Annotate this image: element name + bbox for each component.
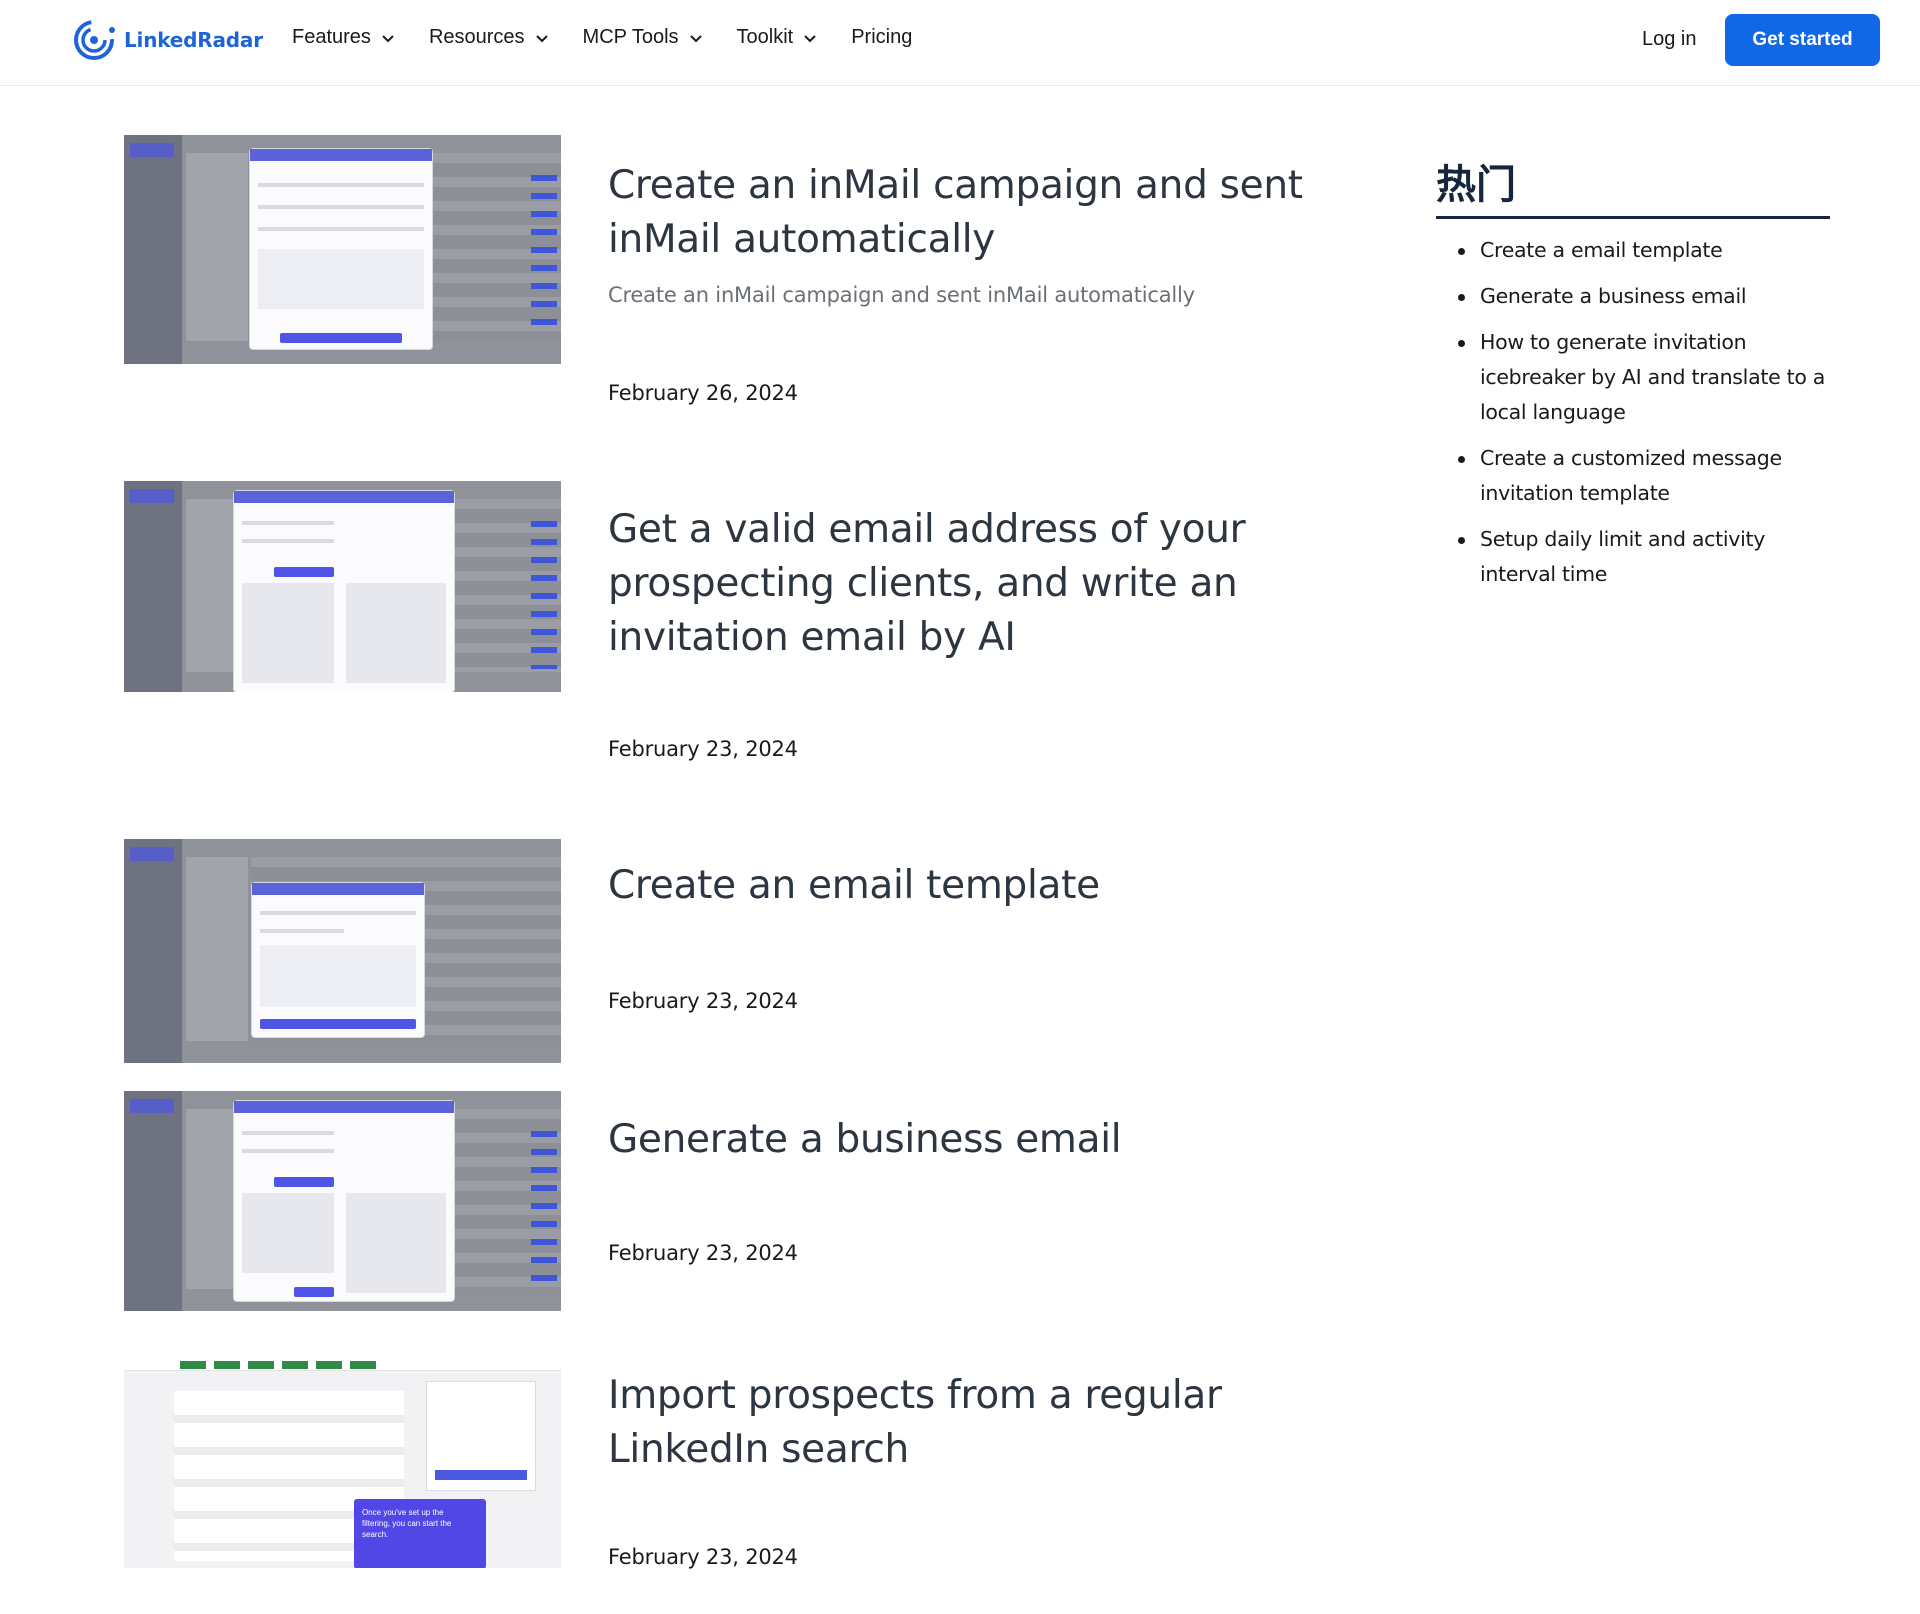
article-item: Once you've set up the filtering, you ca… xyxy=(124,1341,1364,1581)
nav-features[interactable]: Features xyxy=(292,26,395,49)
main-nav: Features Resources MCP Tools Toolkit Pri… xyxy=(292,26,946,49)
brand-logo[interactable]: LinkedRadar xyxy=(72,18,263,62)
article-title[interactable]: Create an email template xyxy=(608,859,1328,913)
nav-mcp-tools-label: MCP Tools xyxy=(582,26,679,48)
article-title[interactable]: Generate a business email xyxy=(608,1113,1328,1167)
site-header: LinkedRadar Features Resources MCP Tools… xyxy=(0,0,1920,86)
chevron-down-icon xyxy=(689,34,702,42)
article-title[interactable]: Import prospects from a regular LinkedIn… xyxy=(608,1369,1328,1477)
article-item: Create an inMail campaign and sent inMai… xyxy=(124,135,1364,435)
chevron-down-icon xyxy=(804,34,816,42)
article-date: February 23, 2024 xyxy=(608,737,798,761)
sidebar-title: 热门 xyxy=(1436,152,1830,219)
popular-sidebar: 热门 Create a email template Generate a bu… xyxy=(1436,152,1830,603)
article-thumbnail[interactable] xyxy=(124,839,561,1063)
popular-link[interactable]: How to generate invitation icebreaker by… xyxy=(1436,325,1830,430)
thumbnail-tooltip-text: Once you've set up the filtering, you ca… xyxy=(362,1508,452,1539)
article-thumbnail[interactable] xyxy=(124,481,561,692)
popular-list: Create a email template Generate a busin… xyxy=(1436,233,1830,592)
nav-pricing[interactable]: Pricing xyxy=(851,26,912,49)
popular-link[interactable]: Generate a business email xyxy=(1436,279,1830,314)
article-title[interactable]: Create an inMail campaign and sent inMai… xyxy=(608,159,1328,267)
article-title[interactable]: Get a valid email address of your prospe… xyxy=(608,503,1348,665)
article-item: Generate a business email February 23, 2… xyxy=(124,1091,1364,1321)
article-thumbnail[interactable]: Once you've set up the filtering, you ca… xyxy=(124,1341,561,1568)
nav-toolkit[interactable]: Toolkit xyxy=(737,26,818,49)
popular-link[interactable]: Setup daily limit and activity interval … xyxy=(1436,522,1830,592)
article-item: Create an email template February 23, 20… xyxy=(124,839,1364,1069)
chevron-down-icon xyxy=(382,34,394,42)
article-excerpt: Create an inMail campaign and sent inMai… xyxy=(608,283,1195,307)
nav-mcp-tools[interactable]: MCP Tools xyxy=(583,26,703,49)
popular-link[interactable]: Create a email template xyxy=(1436,233,1830,268)
login-link[interactable]: Log in xyxy=(1642,28,1697,51)
get-started-button[interactable]: Get started xyxy=(1725,14,1880,66)
chevron-down-icon xyxy=(535,34,548,42)
article-thumbnail[interactable] xyxy=(124,135,561,364)
nav-toolkit-label: Toolkit xyxy=(736,26,794,48)
nav-resources-label: Resources xyxy=(428,26,525,48)
nav-features-label: Features xyxy=(292,26,371,48)
article-date: February 23, 2024 xyxy=(608,1545,798,1569)
article-date: February 23, 2024 xyxy=(608,989,798,1013)
article-item: Get a valid email address of your prospe… xyxy=(124,481,1364,781)
radar-logo-icon xyxy=(74,20,115,60)
nav-resources[interactable]: Resources xyxy=(429,26,549,49)
nav-pricing-label: Pricing xyxy=(851,26,913,48)
article-date: February 23, 2024 xyxy=(608,1241,798,1265)
popular-link[interactable]: Create a customized message invitation t… xyxy=(1436,441,1830,511)
brand-name: LinkedRadar xyxy=(124,28,263,52)
article-thumbnail[interactable] xyxy=(124,1091,561,1311)
article-date: February 26, 2024 xyxy=(608,381,798,405)
